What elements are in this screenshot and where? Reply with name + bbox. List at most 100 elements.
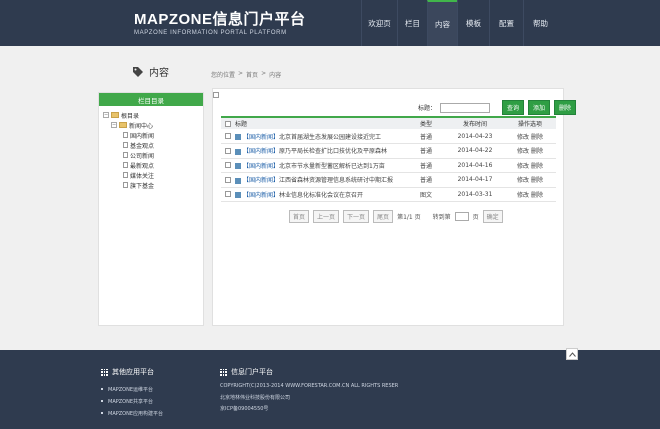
delete-link[interactable]: 删除 bbox=[531, 177, 543, 184]
edit-link[interactable]: 修改 bbox=[517, 177, 529, 184]
add-button[interactable]: 添加 bbox=[528, 100, 551, 115]
column-tree: − 根目录 − 新闻中心 国内新闻 基金观点 公司新闻 最新观点 媒体关注 旗下… bbox=[99, 106, 203, 190]
title-search-input[interactable] bbox=[440, 102, 491, 113]
next-page-button[interactable]: 下一页 bbox=[343, 210, 370, 223]
tree-node-group[interactable]: − 新闻中心 bbox=[103, 120, 203, 130]
icp-number: 京ICP备09004550号 bbox=[220, 406, 269, 412]
page-icon bbox=[123, 182, 128, 188]
collapse-icon[interactable]: − bbox=[103, 112, 109, 118]
tree-item[interactable]: 最新观点 bbox=[103, 160, 203, 170]
brand-logo[interactable]: MAPZONE信息门户平台 MAPZONE INFORMATION PORTAL… bbox=[134, 11, 306, 37]
article-icon bbox=[235, 192, 241, 199]
header-title: 标题 bbox=[235, 116, 406, 129]
folder-icon bbox=[119, 122, 127, 128]
page-status: 第1/1 页 bbox=[397, 214, 421, 221]
search-label: 标题： bbox=[418, 105, 437, 112]
last-page-button[interactable]: 尾页 bbox=[373, 210, 394, 223]
footer: 其他应用平台 MAPZONE运维平台 MAPZONE共享平台 MAPZONE应用… bbox=[0, 350, 660, 429]
edit-link[interactable]: 修改 bbox=[517, 163, 529, 170]
nav-content[interactable]: 内容 bbox=[427, 0, 457, 46]
collapse-icon[interactable]: − bbox=[111, 122, 117, 128]
panel-checkbox[interactable] bbox=[213, 92, 219, 98]
tree-item-label: 媒体关注 bbox=[130, 172, 155, 180]
delete-link[interactable]: 删除 bbox=[531, 148, 543, 155]
footer-heading-platforms: 其他应用平台 bbox=[101, 367, 163, 377]
delete-link[interactable]: 删除 bbox=[531, 163, 543, 170]
edit-link[interactable]: 修改 bbox=[517, 134, 529, 141]
header-type: 类型 bbox=[406, 116, 446, 129]
header-actions: 操作选项 bbox=[504, 116, 556, 129]
select-all-cell bbox=[221, 116, 235, 129]
nav-help[interactable]: 帮助 bbox=[523, 0, 557, 46]
row-title-link[interactable]: 北京市节水量新型蓄区解析已达到1万亩 bbox=[279, 163, 385, 170]
copyright-text: COPYRIGHT(C)2013-2014 WWW.FORESTAR.COM.C… bbox=[220, 383, 399, 389]
goto-confirm-button[interactable]: 确定 bbox=[482, 210, 503, 223]
row-title-cell: 【国内新闻】北京首届湖生态发展公园建设接近完工 bbox=[235, 129, 406, 144]
prev-page-button[interactable]: 上一页 bbox=[313, 210, 340, 223]
row-type: 普通 bbox=[406, 143, 446, 159]
tree-item[interactable]: 媒体关注 bbox=[103, 170, 203, 180]
platform-link[interactable]: MAPZONE应用构建平台 bbox=[101, 407, 163, 419]
breadcrumb-label: 您的位置 bbox=[211, 72, 236, 79]
nav-config[interactable]: 配置 bbox=[489, 0, 523, 46]
row-checkbox[interactable] bbox=[225, 191, 231, 198]
row-title-link[interactable]: 林业信息化标准化会议在京召开 bbox=[279, 192, 363, 199]
brand-title: MAPZONE信息门户平台 bbox=[134, 11, 306, 28]
footer-title: 其他应用平台 bbox=[112, 368, 154, 376]
grid-icon bbox=[101, 368, 108, 376]
nav-template[interactable]: 模板 bbox=[457, 0, 489, 46]
tree-item[interactable]: 旗下基金 bbox=[103, 180, 203, 190]
first-page-button[interactable]: 首页 bbox=[289, 210, 310, 223]
content-table: 标题 类型 发布时间 操作选项 【国内新闻】北京首届湖生态发展公园建设接近完工 … bbox=[221, 116, 556, 202]
row-type: 普通 bbox=[406, 158, 446, 173]
tree-item[interactable]: 基金观点 bbox=[103, 140, 203, 150]
query-button[interactable]: 查询 bbox=[502, 100, 525, 115]
sidebar-title: 栏目目录 bbox=[99, 93, 203, 106]
row-title-cell: 【国内新闻】原乃平局长检查扩比口技优化及平原森林 bbox=[235, 143, 406, 159]
article-icon bbox=[235, 163, 241, 170]
tree-item-label: 国内新闻 bbox=[130, 132, 155, 140]
select-all-checkbox[interactable] bbox=[225, 120, 231, 127]
grid-icon bbox=[220, 368, 227, 376]
row-checkbox[interactable] bbox=[225, 176, 231, 183]
footer-platforms: 其他应用平台 MAPZONE运维平台 MAPZONE共享平台 MAPZONE应用… bbox=[101, 367, 163, 419]
row-select-cell bbox=[221, 187, 235, 202]
row-select-cell bbox=[221, 129, 235, 144]
page-icon bbox=[123, 152, 128, 158]
page-title: 内容 bbox=[149, 68, 169, 79]
row-select-cell bbox=[221, 158, 235, 173]
row-type: 图文 bbox=[406, 187, 446, 202]
delete-link[interactable]: 删除 bbox=[531, 134, 543, 141]
header-date: 发布时间 bbox=[446, 116, 504, 129]
edit-link[interactable]: 修改 bbox=[517, 148, 529, 155]
row-title-link[interactable]: 江西省森林资源管理信息系统研讨中期汇报 bbox=[279, 177, 393, 184]
nav-column[interactable]: 栏目 bbox=[397, 0, 427, 46]
row-checkbox[interactable] bbox=[225, 147, 231, 154]
edit-link[interactable]: 修改 bbox=[517, 192, 529, 199]
delete-button[interactable]: 删除 bbox=[554, 100, 577, 115]
tree-node-root[interactable]: − 根目录 bbox=[103, 110, 203, 120]
row-title-link[interactable]: 北京首届湖生态发展公园建设接近完工 bbox=[279, 134, 381, 141]
tree-item[interactable]: 公司新闻 bbox=[103, 150, 203, 160]
row-title-link[interactable]: 原乃平局长检查扩比口技优化及平原森林 bbox=[279, 148, 387, 155]
row-checkbox[interactable] bbox=[225, 162, 231, 169]
table-header-row: 标题 类型 发布时间 操作选项 bbox=[221, 116, 556, 129]
top-header: MAPZONE信息门户平台 MAPZONE INFORMATION PORTAL… bbox=[0, 0, 660, 46]
delete-link[interactable]: 删除 bbox=[531, 192, 543, 199]
row-date: 2014-04-16 bbox=[446, 158, 504, 173]
search-toolbar: 标题： 查询 添加 删除 bbox=[418, 100, 577, 115]
breadcrumb-current: 内容 bbox=[269, 72, 282, 79]
back-to-top-button[interactable] bbox=[566, 348, 578, 360]
platform-link[interactable]: MAPZONE运维平台 bbox=[101, 383, 163, 395]
row-checkbox[interactable] bbox=[225, 133, 231, 139]
tree-label-root: 根目录 bbox=[121, 112, 140, 120]
page-header: 内容 bbox=[132, 64, 169, 79]
platform-link[interactable]: MAPZONE共享平台 bbox=[101, 395, 163, 407]
column-tree-panel: 栏目目录 − 根目录 − 新闻中心 国内新闻 基金观点 公司新闻 最新观点 媒体… bbox=[98, 92, 204, 326]
nav-welcome[interactable]: 欢迎页 bbox=[361, 0, 397, 46]
row-date: 2014-03-31 bbox=[446, 187, 504, 202]
page-icon bbox=[123, 132, 128, 138]
page-number-input[interactable] bbox=[454, 212, 469, 221]
breadcrumb-home[interactable]: 首页 bbox=[246, 70, 258, 79]
tree-item[interactable]: 国内新闻 bbox=[103, 130, 203, 140]
